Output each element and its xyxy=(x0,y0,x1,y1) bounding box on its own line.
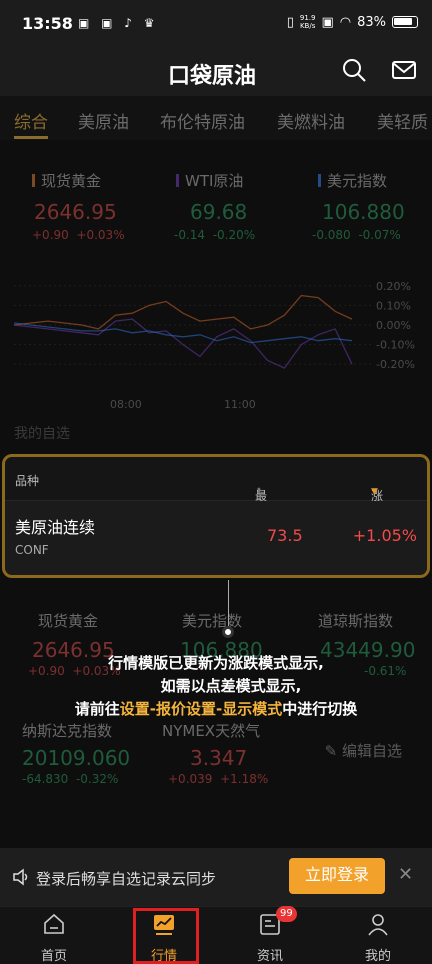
tab-indicator xyxy=(14,136,48,139)
quote-change: +0.90 +0.03% xyxy=(32,228,125,242)
edit-icon: ✎ xyxy=(324,742,338,760)
network-speed: 91.9 KB/s xyxy=(299,14,316,30)
y-tick-label: -0.10% xyxy=(376,339,415,352)
instrument-change: +1.05% xyxy=(352,526,417,545)
x-tick-label: 08:00 xyxy=(110,398,142,411)
watchlist-header: 品种 最新价 ⬍ 涨跌幅 ▼ xyxy=(5,457,427,537)
battery-icon xyxy=(392,16,418,28)
quote-card-gold[interactable]: 现货黄金 2646.95 +0.90 +0.03% xyxy=(32,170,172,242)
bottom-navigation: 首页 行情 资讯 我的 xyxy=(0,906,432,964)
col-name-header: 品种 xyxy=(15,474,40,488)
notification-icons: ▣ ▣ ♪ ♛ xyxy=(78,16,159,30)
watch-item-name: NYMEX天然气 xyxy=(162,722,261,740)
guide-pointer-dot xyxy=(222,626,234,638)
edit-watchlist-button[interactable]: ✎ 编辑自选 xyxy=(325,740,402,761)
guide-line-1: 行情模版已更新为涨跌模式显示, xyxy=(108,654,324,672)
category-tabs: 综合 美原油 布伦特原油 美燃料油 美轻质 xyxy=(0,96,432,140)
series-color-marker xyxy=(176,174,179,187)
watch-item-change: +0.039 +1.18% xyxy=(168,772,269,786)
profile-icon xyxy=(368,914,388,936)
market-tab-highlight xyxy=(133,908,199,964)
series-color-marker xyxy=(318,174,321,187)
tab-us-crude[interactable]: 美原油 xyxy=(78,108,129,133)
login-message: 登录后畅享自选记录云同步 xyxy=(36,870,217,888)
watch-item-name: 纳斯达克指数 xyxy=(22,722,113,740)
nav-profile[interactable]: 我的 xyxy=(343,911,413,964)
instrument-name: 美原油连续 xyxy=(15,518,96,537)
sim-icon: ▣ xyxy=(321,14,334,30)
nav-label: 首页 xyxy=(40,949,67,964)
section-title: 我的自选 xyxy=(14,426,70,442)
tab-us-fuel-oil[interactable]: 美燃料油 xyxy=(277,108,345,133)
nav-home[interactable]: 首页 xyxy=(19,911,89,964)
instrument-code: CONF xyxy=(15,543,49,557)
app-header: 口袋原油 xyxy=(0,46,432,96)
quote-change: -0.080 -0.07% xyxy=(312,228,401,242)
guide-pointer-line xyxy=(228,580,229,628)
quote-price: 2646.95 xyxy=(34,200,117,224)
comparison-chart: 0.20% 0.10% 0.00% -0.10% -0.20% 08:00 11:00 xyxy=(13,280,415,411)
quote-card-dxy[interactable]: 美元指数 106.880 -0.080 -0.07% xyxy=(312,170,432,242)
app-logo: 口袋原油 xyxy=(168,64,257,89)
watchlist-row[interactable]: 美原油连续 CONF 73.5 +1.05% xyxy=(5,501,427,575)
watchlist-preview-card: 品种 最新价 ⬍ 涨跌幅 ▼ 美原油连续 CONF 73.5 +1.05% xyxy=(2,454,430,578)
series-line xyxy=(13,318,353,369)
status-bar: 13:58 ▣ ▣ ♪ ♛ ▯ 91.9 KB/s ▣ ◠ 83% xyxy=(0,0,432,46)
series-color-marker xyxy=(32,174,35,187)
watch-item-price: 20109.060 xyxy=(22,746,131,770)
quote-name: 美元指数 xyxy=(327,172,388,190)
guide-message: 行情模版已更新为涨跌模式显示, 如需以点差模式显示, 请前往设置-报价设置-显示… xyxy=(0,652,432,721)
speaker-icon xyxy=(13,868,28,886)
battery-text: 83% xyxy=(357,14,386,30)
watch-item-name: 现货黄金 xyxy=(38,612,99,630)
series-line xyxy=(13,322,353,344)
quote-price: 69.68 xyxy=(190,200,248,224)
watch-item-name: 道琼斯指数 xyxy=(318,612,394,630)
settings-path-highlight: 设置-报价设置-显示模式 xyxy=(119,700,283,718)
guide-line-2: 如需以点差模式显示, xyxy=(160,677,302,695)
search-icon[interactable] xyxy=(340,56,368,84)
home-icon xyxy=(44,913,64,934)
quote-price: 106.880 xyxy=(322,200,405,224)
nav-label: 资讯 xyxy=(256,949,283,964)
tab-overview[interactable]: 综合 xyxy=(14,108,48,133)
y-tick-label: -0.20% xyxy=(376,358,415,371)
status-time: 13:58 xyxy=(22,14,73,33)
mail-icon[interactable] xyxy=(390,56,418,84)
tab-us-light-crude[interactable]: 美轻质 xyxy=(377,108,428,133)
nav-label: 我的 xyxy=(364,949,391,964)
tab-brent-crude[interactable]: 布伦特原油 xyxy=(160,108,245,133)
series-line xyxy=(13,294,353,330)
quote-card-wti[interactable]: WTI原油 69.68 -0.14 -0.20% xyxy=(174,170,316,242)
sort-desc-icon: ▼ xyxy=(371,487,378,497)
watch-item-price: 3.347 xyxy=(190,746,248,770)
y-tick-label: 0.20% xyxy=(376,280,411,293)
x-tick-label: 11:00 xyxy=(224,398,256,411)
quote-name: 现货黄金 xyxy=(41,172,102,190)
watch-item-change: -64.830 -0.32% xyxy=(22,772,119,786)
guide-line-3: 请前往设置-报价设置-显示模式中进行切换 xyxy=(74,700,358,718)
instrument-price: 73.5 xyxy=(267,526,303,545)
login-button[interactable]: 立即登录 xyxy=(289,858,385,894)
quote-name: WTI原油 xyxy=(185,172,244,190)
close-icon[interactable]: ✕ xyxy=(398,864,413,885)
wifi-icon: ◠ xyxy=(339,14,352,30)
y-tick-label: 0.00% xyxy=(376,319,411,332)
y-tick-label: 0.10% xyxy=(376,299,411,312)
news-count-badge: 99 xyxy=(276,906,297,922)
sort-icon: ⬍ xyxy=(255,487,263,497)
quote-change: -0.14 -0.20% xyxy=(174,228,256,242)
vibrate-icon: ▯ xyxy=(286,14,294,30)
login-prompt-bar: 登录后畅享自选记录云同步 立即登录 ✕ xyxy=(0,848,432,906)
